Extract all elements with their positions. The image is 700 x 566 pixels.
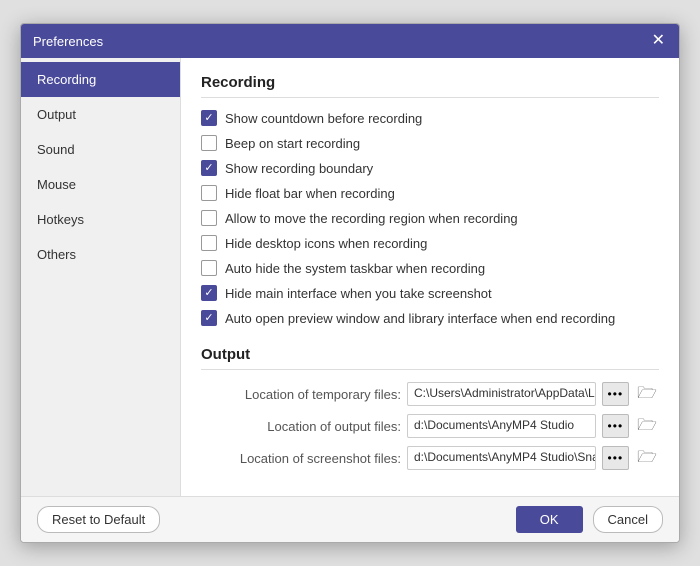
sidebar-item-output[interactable]: Output [21,97,180,132]
cancel-button[interactable]: Cancel [593,506,663,533]
checkbox-row-hide-main-interface: Hide main interface when you take screen… [201,285,659,301]
output-row-temp-files: Location of temporary files: C:\Users\Ad… [201,382,659,406]
sidebar: Recording Output Sound Mouse Hotkeys Oth… [21,58,181,496]
output-files-dots-button[interactable]: ••• [602,414,630,438]
checkbox-auto-open-preview[interactable] [201,310,217,326]
checkbox-row-beep-on-start: Beep on start recording [201,135,659,151]
output-row-screenshot-files: Location of screenshot files: d:\Documen… [201,446,659,470]
checkbox-row-allow-move: Allow to move the recording region when … [201,210,659,226]
ok-button[interactable]: OK [516,506,583,533]
output-section-title: Output [201,346,659,370]
sidebar-item-others[interactable]: Others [21,237,180,272]
dialog-title: Preferences [33,34,103,49]
main-content: Recording Show countdown before recordin… [181,58,679,496]
checkbox-hide-float-bar[interactable] [201,185,217,201]
checkbox-allow-move[interactable] [201,210,217,226]
screenshot-files-folder-button[interactable]: 🗁 [635,446,659,470]
close-button[interactable]: ✕ [650,33,667,49]
preferences-dialog: Preferences ✕ Recording Output Sound Mou… [20,23,680,543]
recording-section-title: Recording [201,74,659,98]
checkbox-label-allow-move: Allow to move the recording region when … [225,211,518,226]
screenshot-files-input[interactable]: d:\Documents\AnyMP4 Studio\Snap [407,446,596,470]
checkbox-row-show-countdown: Show countdown before recording [201,110,659,126]
output-files-folder-button[interactable]: 🗁 [635,414,659,438]
checkbox-show-countdown[interactable] [201,110,217,126]
checkbox-label-hide-desktop-icons: Hide desktop icons when recording [225,236,427,251]
sidebar-item-sound[interactable]: Sound [21,132,180,167]
temp-files-label: Location of temporary files: [201,387,401,402]
temp-files-folder-button[interactable]: 🗁 [635,382,659,406]
checkbox-row-hide-desktop-icons: Hide desktop icons when recording [201,235,659,251]
screenshot-files-dots-button[interactable]: ••• [602,446,630,470]
output-files-input[interactable]: d:\Documents\AnyMP4 Studio [407,414,596,438]
checkbox-label-auto-open-preview: Auto open preview window and library int… [225,311,615,326]
output-row-output-files: Location of output files: d:\Documents\A… [201,414,659,438]
checkbox-label-auto-hide-taskbar: Auto hide the system taskbar when record… [225,261,485,276]
dialog-body: Recording Output Sound Mouse Hotkeys Oth… [21,58,679,496]
checkbox-label-show-countdown: Show countdown before recording [225,111,422,126]
checkbox-hide-desktop-icons[interactable] [201,235,217,251]
checkbox-auto-hide-taskbar[interactable] [201,260,217,276]
output-files-label: Location of output files: [201,419,401,434]
checkbox-row-auto-hide-taskbar: Auto hide the system taskbar when record… [201,260,659,276]
checkbox-row-show-boundary: Show recording boundary [201,160,659,176]
checkbox-row-hide-float-bar: Hide float bar when recording [201,185,659,201]
output-section: Output Location of temporary files: C:\U… [201,346,659,470]
checkbox-label-show-boundary: Show recording boundary [225,161,373,176]
sidebar-item-hotkeys[interactable]: Hotkeys [21,202,180,237]
checkbox-row-auto-open-preview: Auto open preview window and library int… [201,310,659,326]
footer: Reset to Default OK Cancel [21,496,679,542]
sidebar-item-recording[interactable]: Recording [21,62,180,97]
screenshot-files-label: Location of screenshot files: [201,451,401,466]
temp-files-dots-button[interactable]: ••• [602,382,630,406]
title-bar: Preferences ✕ [21,24,679,58]
reset-to-default-button[interactable]: Reset to Default [37,506,160,533]
checkbox-label-beep-on-start: Beep on start recording [225,136,360,151]
checkbox-hide-main-interface[interactable] [201,285,217,301]
checkbox-show-boundary[interactable] [201,160,217,176]
footer-right-buttons: OK Cancel [516,506,663,533]
checkbox-beep-on-start[interactable] [201,135,217,151]
temp-files-input[interactable]: C:\Users\Administrator\AppData\Lo [407,382,596,406]
checkbox-label-hide-main-interface: Hide main interface when you take screen… [225,286,492,301]
sidebar-item-mouse[interactable]: Mouse [21,167,180,202]
checkbox-label-hide-float-bar: Hide float bar when recording [225,186,395,201]
